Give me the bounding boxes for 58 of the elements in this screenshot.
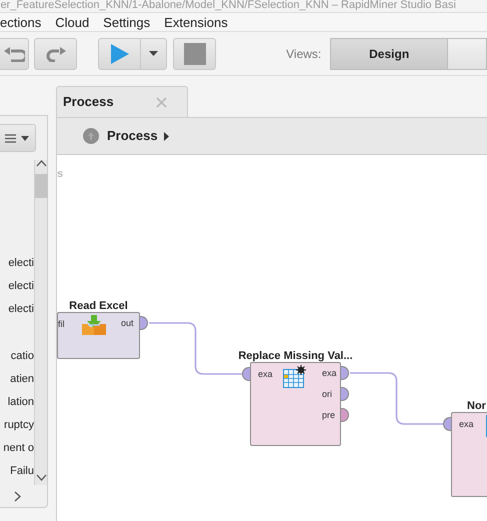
chevron-down-icon[interactable] [36, 474, 46, 481]
menu-item[interactable]: Extensions [164, 13, 228, 31]
faint-label: s [57, 167, 64, 182]
breadcrumb-link[interactable]: Process [107, 126, 158, 146]
caret-icon [149, 51, 158, 56]
redo-icon [44, 46, 67, 62]
views-label: Views: [286, 46, 322, 62]
menu-item[interactable]: Settings [103, 13, 150, 31]
output-port[interactable] [341, 408, 349, 422]
list-item[interactable]: Failu [10, 460, 34, 483]
operator-title: Read Excel [69, 299, 128, 314]
list-item[interactable]: lation [8, 391, 34, 414]
output-port[interactable] [140, 316, 148, 330]
port-label: exa [322, 367, 337, 380]
undo-button[interactable] [0, 38, 30, 70]
input-port[interactable] [443, 417, 451, 431]
scrollbar[interactable] [34, 160, 47, 485]
menu-item[interactable]: Cloud [55, 13, 90, 31]
port-label: pre [322, 409, 336, 422]
output-port[interactable] [341, 366, 349, 380]
port-label: exa [258, 368, 273, 381]
port-label: ori [322, 388, 332, 401]
list-item[interactable]: electi [8, 275, 34, 298]
list-item[interactable]: electi [8, 252, 34, 275]
undo-icon [2, 46, 25, 62]
scrollbar-thumb[interactable] [34, 174, 48, 198]
output-port[interactable] [341, 387, 349, 401]
operator-title: Replace Missing Val... [238, 349, 353, 364]
menu-icon [5, 134, 16, 142]
list-item[interactable]: ruptcy [4, 414, 34, 437]
list-item[interactable]: nent o [3, 437, 34, 460]
run-dropdown-button[interactable] [140, 38, 168, 70]
operator-icon [81, 315, 107, 338]
view-menu-button[interactable] [0, 124, 36, 152]
play-icon [110, 42, 130, 64]
triangle-right-icon [164, 132, 169, 140]
operator-icon [283, 365, 309, 388]
operator-node[interactable] [57, 312, 140, 359]
list-item[interactable]: atien [10, 368, 34, 391]
view-tab[interactable]: Design [330, 38, 448, 70]
tab-label: Process [63, 93, 114, 112]
window-title: ler_FeatureSelection_KNN/1-Abalone/Model_KNN/FSelection_KNN – RapidMiner Studio Basi [0, 0, 457, 12]
stop-icon [184, 42, 206, 64]
caret-icon [21, 136, 29, 140]
chevron-up-icon[interactable] [36, 160, 46, 167]
operator-title: Nor [467, 399, 486, 414]
redo-button[interactable] [34, 38, 78, 70]
port-label: fil [58, 318, 64, 331]
chevron-right-icon[interactable] [14, 490, 21, 502]
list-item[interactable]: electi [8, 298, 34, 321]
input-port[interactable] [242, 367, 250, 381]
port-label: out [121, 317, 134, 330]
operator-node[interactable] [250, 362, 341, 446]
port-label: exa [459, 418, 474, 431]
process-tab[interactable]: Process [56, 86, 188, 117]
view-tab[interactable] [448, 38, 487, 70]
list-item[interactable]: catio [10, 345, 34, 368]
menu-item[interactable]: ections [0, 13, 42, 31]
